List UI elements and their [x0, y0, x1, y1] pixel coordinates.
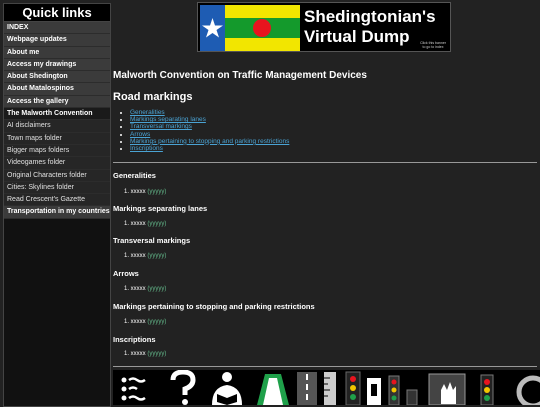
- toc-item: Markings pertaining to stopping and park…: [130, 138, 289, 145]
- sidebar-item-crescents-gazette[interactable]: Read Crescent's Gazette: [4, 194, 110, 207]
- sidebar-item-about-me[interactable]: About me: [4, 46, 110, 59]
- toc-link-inscriptions[interactable]: Inscriptions: [130, 145, 163, 152]
- item-note: (yyyyy): [147, 253, 167, 259]
- toc-item: Inscriptions: [130, 145, 289, 152]
- traffic-signal-icon[interactable]: [385, 370, 425, 405]
- section-heading: Arrows: [113, 269, 139, 278]
- item-text: xxxxx: [130, 189, 146, 195]
- sidebar-item-videogames[interactable]: Videogames folder: [4, 157, 110, 170]
- divider: [113, 366, 537, 367]
- list-item: 1. xxxxx (yyyyy): [124, 253, 167, 259]
- item-text: xxxxx: [130, 221, 146, 227]
- sidebar-item-original-characters[interactable]: Original Characters folder: [4, 169, 110, 182]
- quick-links-title: Quick links: [4, 4, 110, 22]
- stop-hand-icon[interactable]: [427, 370, 467, 405]
- roundabout-icon[interactable]: [511, 370, 540, 405]
- table-of-contents: Generalities Markings separating lanes T…: [123, 109, 289, 152]
- item-note: (yyyyy): [147, 189, 167, 195]
- list-item: 1. xxxxx (yyyyy): [124, 319, 167, 325]
- reading-person-icon[interactable]: [208, 370, 246, 405]
- sidebar-item-webpage-updates[interactable]: Webpage updates: [4, 34, 110, 47]
- toc-link-stopping[interactable]: Markings pertaining to stopping and park…: [130, 138, 289, 145]
- sidebar-item-transportation[interactable]: Transportation in my countries: [4, 206, 110, 219]
- flag-icon: [200, 5, 300, 51]
- toc-item: Arrows: [130, 131, 289, 138]
- banner-title-line2: Virtual Dump: [304, 27, 410, 46]
- sidebar-item-about-shedington[interactable]: About Shedington: [4, 71, 110, 84]
- ruler-icon[interactable]: [321, 370, 339, 405]
- toc-link-lanes[interactable]: Markings separating lanes: [130, 116, 206, 123]
- section-heading: Markings separating lanes: [113, 204, 208, 213]
- site-banner[interactable]: Shedingtonian's Virtual Dump Click this …: [197, 2, 451, 52]
- sidebar-item-about-matalospinos[interactable]: About Matalospinos: [4, 83, 110, 96]
- toc-link-transversal[interactable]: Transversal markings: [130, 123, 192, 130]
- quick-links-sidebar: Quick links INDEX Webpage updates About …: [3, 3, 111, 407]
- section-heading: Transversal markings: [113, 236, 191, 245]
- traffic-light-icon[interactable]: [341, 370, 365, 405]
- list-icon[interactable]: [119, 370, 159, 405]
- item-text: xxxxx: [130, 286, 146, 292]
- toc-link-arrows[interactable]: Arrows: [130, 131, 150, 138]
- item-note: (yyyyy): [147, 286, 167, 292]
- section-heading: Inscriptions: [113, 335, 156, 344]
- road-icon[interactable]: [253, 370, 293, 405]
- item-text: xxxxx: [130, 319, 146, 325]
- item-note: (yyyyy): [147, 351, 167, 357]
- list-item: 1. xxxxx (yyyyy): [124, 351, 167, 357]
- list-item: 1. xxxxx (yyyyy): [124, 286, 167, 292]
- sidebar-item-town-maps[interactable]: Town maps folder: [4, 132, 110, 145]
- divider: [113, 162, 537, 163]
- sidebar-item-index[interactable]: INDEX: [4, 22, 110, 35]
- sidebar-item-drawings[interactable]: Access my drawings: [4, 58, 110, 72]
- section-heading: Generalities: [113, 171, 156, 180]
- toc-item: Markings separating lanes: [130, 116, 289, 123]
- toc-item: Generalities: [130, 109, 289, 116]
- toc-item: Transversal markings: [130, 123, 289, 130]
- roadway-icon[interactable]: [295, 370, 319, 405]
- question-mark-icon[interactable]: [165, 370, 200, 405]
- item-text: xxxxx: [130, 253, 146, 259]
- list-item: 1. xxxxx (yyyyy): [124, 189, 167, 195]
- info-sign-icon[interactable]: [365, 370, 383, 405]
- list-item: 1. xxxxx (yyyyy): [124, 221, 167, 227]
- page-title: Malworth Convention on Traffic Managemen…: [113, 70, 367, 81]
- sidebar-item-ai-disclaimers[interactable]: AI disclaimers: [4, 120, 110, 133]
- sidebar-item-cities-skylines[interactable]: Cities: Skylines folder: [4, 181, 110, 195]
- item-note: (yyyyy): [147, 319, 167, 325]
- sidebar-item-malworth-convention[interactable]: The Malworth Convention: [4, 108, 110, 121]
- banner-hint: Click this banner to go to index: [420, 41, 446, 49]
- item-note: (yyyyy): [147, 221, 167, 227]
- section-heading: Markings pertaining to stopping and park…: [113, 302, 315, 311]
- section-title: Road markings: [113, 91, 193, 103]
- sidebar-item-gallery[interactable]: Access the gallery: [4, 95, 110, 109]
- icon-strip: [113, 370, 540, 405]
- toc-link-generalities[interactable]: Generalities: [130, 109, 165, 116]
- item-text: xxxxx: [130, 351, 146, 357]
- sidebar-item-bigger-maps[interactable]: Bigger maps folders: [4, 144, 110, 158]
- banner-title-line1: Shedingtonian's: [304, 7, 436, 26]
- traffic-signal-icon[interactable]: [471, 370, 511, 405]
